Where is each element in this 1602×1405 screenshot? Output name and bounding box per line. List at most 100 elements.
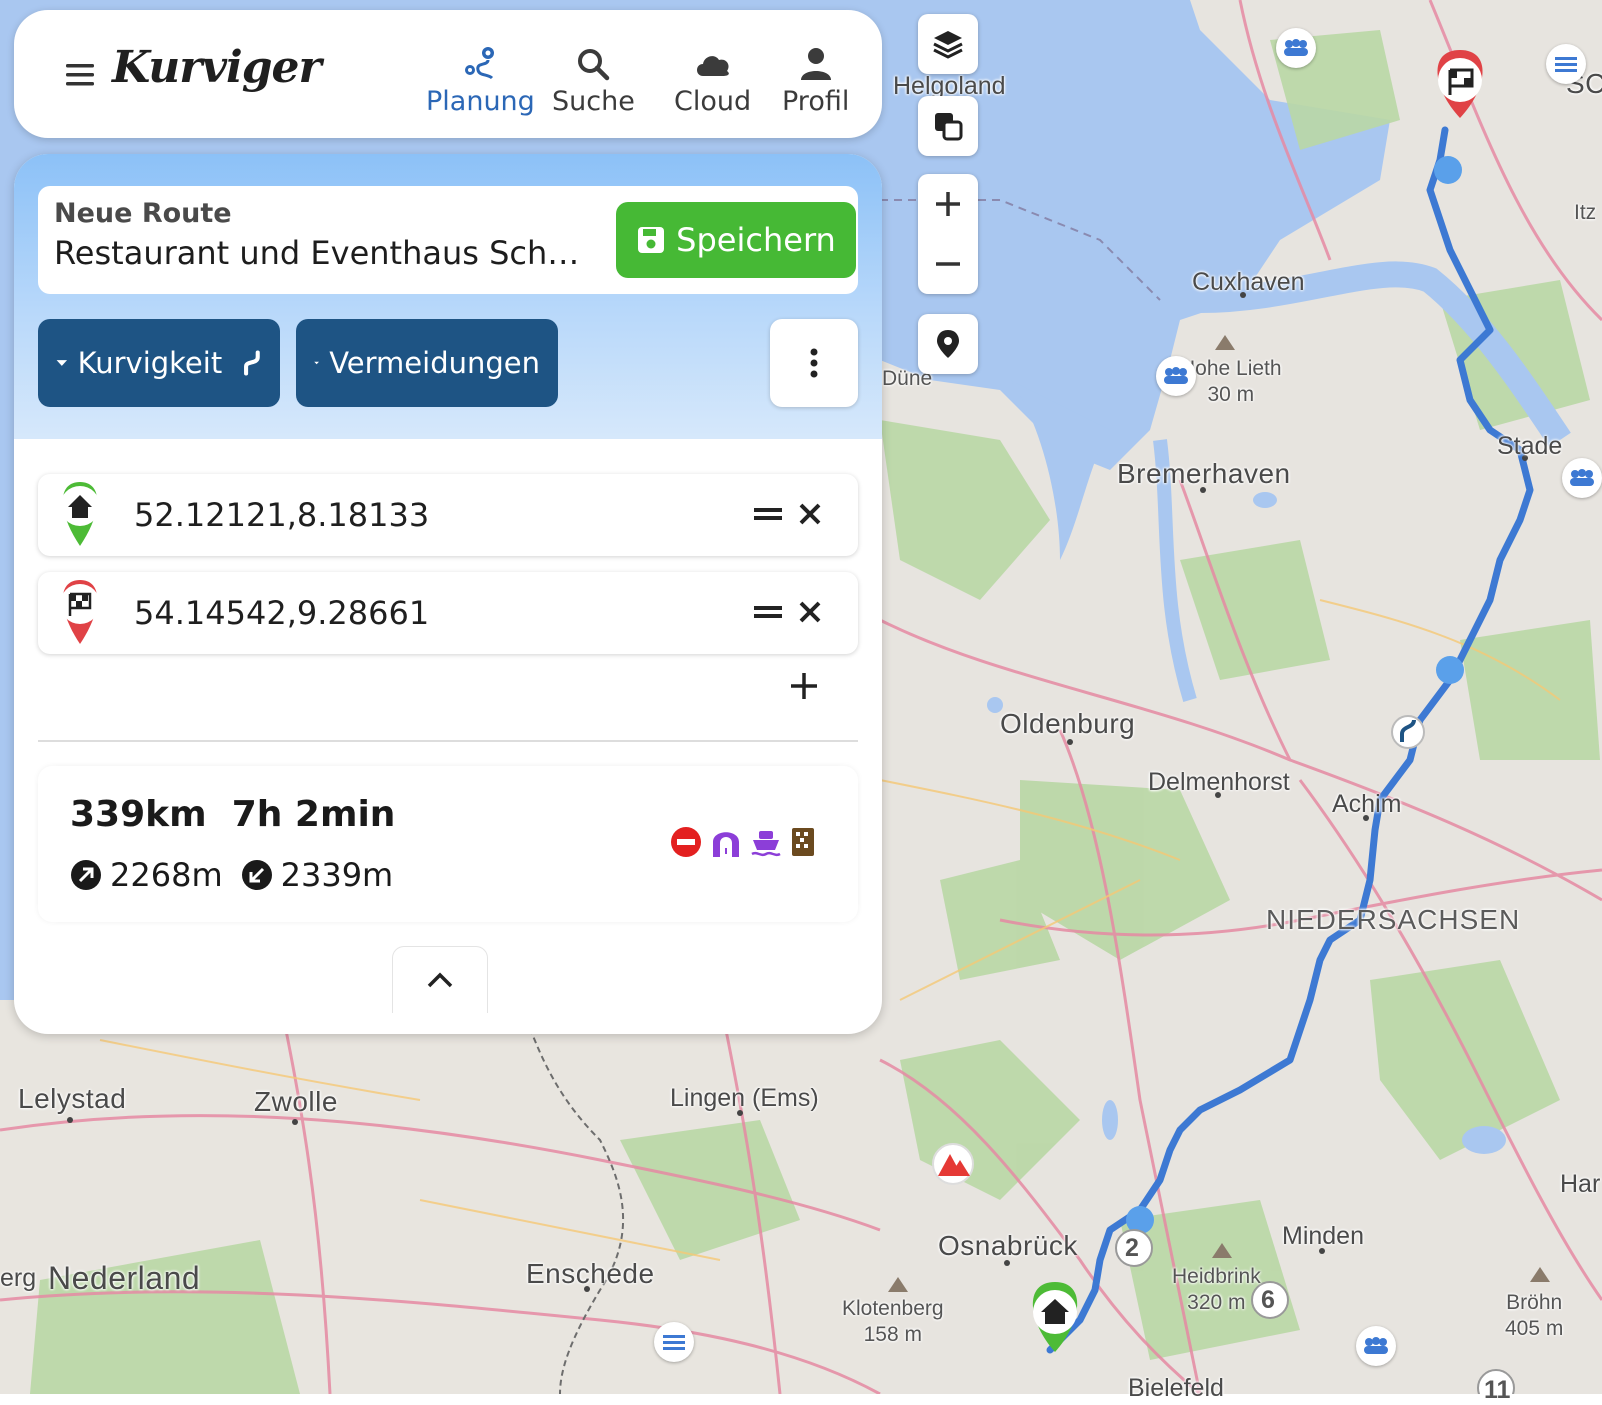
group-poi-icon[interactable]	[1356, 1326, 1396, 1366]
descent-value: 2339m	[280, 856, 394, 894]
map-label-bremerhaven: Bremerhaven	[1117, 458, 1291, 489]
route-duration: 7h 2min	[231, 794, 396, 835]
caret-down-icon	[56, 360, 68, 366]
map-label-osnabrueck: Osnabrück	[938, 1230, 1078, 1261]
map-label-itz: Itz	[1574, 201, 1597, 224]
waypoint-destination[interactable]: 54.14542,9.28661	[38, 572, 858, 654]
waypoint-start-coord[interactable]: 52.12121,8.18133	[134, 496, 429, 534]
map-label-heidbrink: Heidbrink 320 m	[1172, 1265, 1261, 1314]
more-vertical-icon	[810, 348, 818, 378]
map-label-cuxhaven: Cuxhaven	[1192, 268, 1305, 296]
curve-marker	[1391, 715, 1425, 749]
nav-suche[interactable]: Suche	[552, 44, 635, 117]
route-warnings	[670, 826, 816, 858]
copy-button[interactable]	[918, 96, 978, 156]
nav-profil[interactable]: Profil	[782, 44, 849, 117]
map-label-har: Har	[1560, 1170, 1601, 1198]
summary-elevation: 2268m 2339m	[70, 856, 393, 894]
waypoint-start[interactable]: 52.12121,8.18133	[38, 474, 858, 556]
map-label-lingen: Lingen (Ems)	[670, 1084, 819, 1112]
route-planner-panel: Neue Route Restaurant und Eventhaus Scha…	[14, 154, 882, 1034]
app-logo[interactable]: Kurviger	[112, 42, 322, 93]
drag-handle-icon[interactable]	[748, 592, 788, 632]
cluster-count: 2	[1125, 1234, 1139, 1262]
copy-icon	[935, 113, 963, 141]
map-label-klotenberg: Klotenberg 158 m	[842, 1297, 944, 1346]
map-label-delmenhorst: Delmenhorst	[1148, 768, 1290, 796]
layers-icon	[933, 31, 963, 59]
collapse-panel-button[interactable]	[392, 946, 488, 1013]
home-icon	[60, 482, 100, 546]
nav-label-planung: Planung	[426, 86, 535, 117]
map-label-erg: erg	[0, 1264, 37, 1292]
map-label-minden: Minden	[1282, 1222, 1364, 1250]
nav-label-profil: Profil	[782, 86, 850, 117]
toll-icon[interactable]	[790, 826, 816, 858]
route-title-box: Neue Route Restaurant und Eventhaus Scha…	[38, 186, 858, 294]
curve-road-icon	[244, 350, 260, 376]
map-label-hohe-lieth: Hohe Lieth 30 m	[1180, 357, 1282, 406]
zoom-in-icon[interactable]	[918, 174, 978, 234]
zoom-control	[918, 174, 978, 294]
more-options-button[interactable]	[770, 319, 858, 407]
ascent-value: 2268m	[110, 856, 223, 894]
save-label: Speichern	[676, 221, 836, 259]
group-poi-icon[interactable]	[1562, 458, 1602, 498]
map-label-nederland: Nederland	[48, 1260, 201, 1296]
nav-planung[interactable]: Planung	[426, 44, 535, 117]
location-icon	[937, 330, 959, 358]
route-name[interactable]: Restaurant und Eventhaus Scha…	[54, 234, 594, 272]
route-summary[interactable]: 339km 7h 2min 2268m 2339m	[38, 766, 858, 922]
save-button[interactable]: Speichern	[616, 202, 856, 278]
nav-label-cloud: Cloud	[674, 86, 752, 117]
map-label-zwolle: Zwolle	[254, 1086, 338, 1117]
descent-icon	[241, 860, 272, 890]
save-icon	[638, 227, 665, 253]
route-label: Neue Route	[54, 198, 232, 229]
list-poi-icon[interactable]	[1546, 44, 1586, 84]
menu-icon[interactable]	[60, 55, 100, 95]
zoom-out-icon[interactable]	[918, 234, 978, 294]
map-label-broehn: Bröhn 405 m	[1505, 1291, 1564, 1340]
ferry-icon[interactable]	[750, 826, 782, 858]
curviness-label: Kurvigkeit	[77, 346, 223, 380]
summary-distance-duration: 339km 7h 2min	[70, 794, 395, 835]
drag-handle-icon[interactable]	[748, 494, 788, 534]
map-label-achim: Achim	[1332, 790, 1402, 818]
layers-button[interactable]	[918, 14, 978, 74]
group-poi-icon[interactable]	[1276, 28, 1316, 68]
map-label-niedersachsen: NIEDERSACHSEN	[1266, 904, 1521, 935]
close-icon[interactable]	[790, 592, 830, 632]
map-label-oldenburg: Oldenburg	[1000, 708, 1136, 739]
list-poi-icon[interactable]	[654, 1322, 694, 1362]
route-distance: 339km	[70, 794, 207, 835]
top-nav-bar: Kurviger Planung Suche Cloud Profil	[14, 10, 882, 138]
map-label-stade: Stade	[1497, 432, 1563, 460]
add-waypoint-icon[interactable]	[784, 666, 824, 706]
no-entry-icon[interactable]	[670, 826, 702, 858]
waypoint-destination-coord[interactable]: 54.14542,9.28661	[134, 594, 429, 632]
user-icon	[800, 48, 831, 80]
nav-cloud[interactable]: Cloud	[674, 44, 751, 117]
curviness-dropdown[interactable]: Kurvigkeit	[38, 319, 280, 407]
group-poi-icon[interactable]	[1156, 356, 1196, 396]
map-label-enschede: Enschede	[526, 1258, 655, 1289]
avoidances-label: Vermeidungen	[329, 346, 540, 380]
cluster-count: 11	[1484, 1376, 1511, 1404]
map-label-bielefeld: Bielefeld	[1128, 1374, 1224, 1402]
divider	[38, 740, 858, 742]
cloud-icon	[696, 56, 729, 76]
cluster-count: 6	[1261, 1286, 1275, 1314]
avoidances-dropdown[interactable]: Vermeidungen	[296, 319, 558, 407]
locate-button[interactable]	[918, 314, 978, 374]
chevron-up-icon	[427, 972, 453, 988]
tunnel-icon[interactable]	[710, 826, 742, 858]
route-icon	[465, 47, 495, 80]
search-icon	[578, 49, 610, 81]
flag-icon	[60, 580, 100, 644]
ascent-icon	[71, 860, 101, 890]
caret-down-icon	[314, 361, 319, 365]
close-icon[interactable]	[790, 494, 830, 534]
nav-label-suche: Suche	[552, 86, 635, 117]
map-label-lelystad: Lelystad	[18, 1083, 127, 1114]
